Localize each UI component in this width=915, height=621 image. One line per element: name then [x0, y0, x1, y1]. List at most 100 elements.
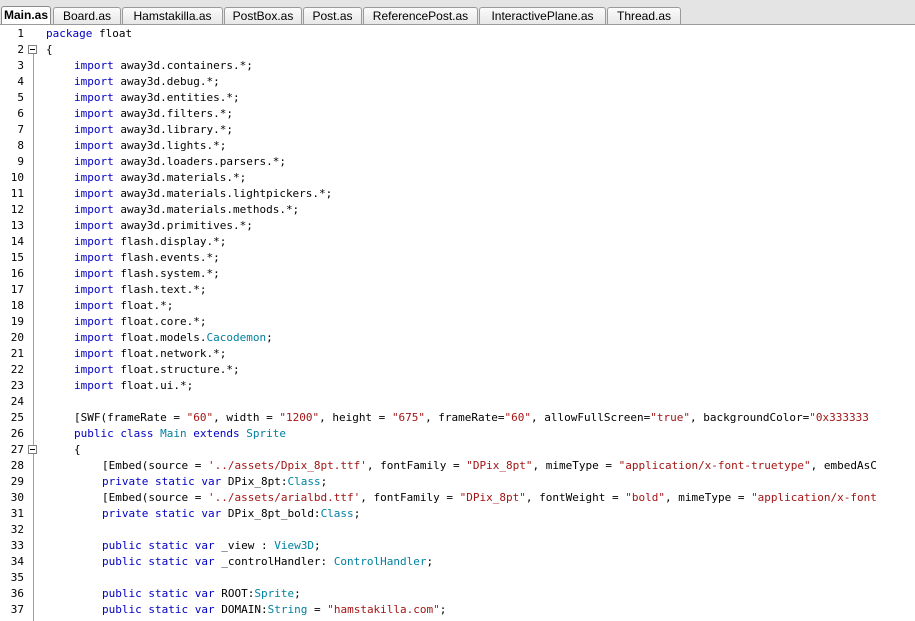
code-token: , backgroundColor= [690, 411, 810, 424]
code-token: away3d.primitives.*; [120, 219, 253, 232]
keyword-token: import [74, 251, 114, 264]
code-token: float.structure.*; [120, 363, 240, 376]
code-line: import flash.events.*; [74, 250, 220, 266]
fold-guide-line [33, 54, 34, 621]
line-number: 2 [17, 43, 24, 56]
code-line: import away3d.entities.*; [74, 90, 240, 106]
code-token: ; [353, 507, 361, 520]
code-token: away3d.filters.*; [120, 107, 233, 120]
keyword-token: import [74, 59, 114, 72]
line-number: 14 [10, 235, 24, 248]
line-number: 3 [17, 59, 24, 72]
string-token: "true" [650, 411, 691, 424]
code-token: , frameRate= [425, 411, 505, 424]
line-number: 6 [17, 107, 24, 120]
tab-board-as[interactable]: Board.as [53, 7, 121, 24]
keyword-token: import [74, 379, 114, 392]
code-token: ; [320, 475, 328, 488]
code-line: import flash.text.*; [74, 282, 206, 298]
code-line: import away3d.lights.*; [74, 138, 226, 154]
line-number: 29 [10, 475, 24, 488]
string-token: "application/x-font [751, 491, 877, 504]
code-token: away3d.containers.*; [120, 59, 253, 72]
code-token: away3d.entities.*; [120, 91, 240, 104]
code-token: ; [313, 539, 321, 552]
code-line: [Embed(source = '../assets/arialbd.ttf',… [102, 490, 877, 506]
line-number: 4 [17, 75, 24, 88]
line-number: 11 [10, 187, 24, 200]
code-line: import away3d.primitives.*; [74, 218, 253, 234]
line-number: 36 [10, 587, 24, 600]
code-line: [SWF(frameRate = "60", width = "1200", h… [74, 410, 869, 426]
code-token: _view : [221, 539, 275, 552]
fold-collapse-icon[interactable] [28, 45, 37, 54]
code-token: DPix_8pt_bold: [227, 507, 321, 520]
code-line: [Embed(source = '../assets/Dpix_8pt.ttf'… [102, 458, 877, 474]
line-number: 21 [10, 347, 24, 360]
line-number-gutter: 1 2 3 4 5 6 7 8 9 10 11 12 13 14 15 16 17 18 19 20 21 22 23 24 2… [0, 26, 42, 621]
code-line: import float.models.Cacodemon; [74, 330, 273, 346]
code-line: public static var DOMAIN:String = "hamst… [102, 602, 446, 618]
code-token: float [98, 27, 133, 40]
string-token: "hamstakilla.com" [327, 603, 440, 616]
tab-referencepost-as[interactable]: ReferencePost.as [363, 7, 478, 24]
line-number: 18 [10, 299, 24, 312]
line-number: 7 [17, 123, 24, 136]
code-line: import float.network.*; [74, 346, 226, 362]
line-number: 28 [10, 459, 24, 472]
string-token: "DPix_8pt" [466, 459, 533, 472]
line-number: 20 [10, 331, 24, 344]
code-token: , allowFullScreen= [531, 411, 651, 424]
code-token: { [46, 43, 53, 56]
string-token: "675" [391, 411, 426, 424]
line-number: 32 [10, 523, 24, 536]
type-token: Class [287, 475, 321, 488]
type-token: String [267, 603, 308, 616]
fold-collapse-icon[interactable] [28, 445, 37, 454]
keyword-token: public static var [102, 587, 215, 600]
code-line: { [46, 42, 53, 58]
code-token: flash.display.*; [120, 235, 227, 248]
keyword-token: import [74, 347, 114, 360]
code-token: _controlHandler: [221, 555, 334, 568]
keyword-token: import [74, 75, 114, 88]
code-line: public static var _view : View3D; [102, 538, 321, 554]
tab-postbox-as[interactable]: PostBox.as [224, 7, 302, 24]
code-token: [Embed(source = [102, 491, 208, 504]
keyword-token: public static var [102, 603, 215, 616]
tab-hamstakilla-as[interactable]: Hamstakilla.as [122, 7, 223, 24]
code-token: flash.text.*; [120, 283, 207, 296]
line-number: 1 [17, 27, 24, 40]
code-token: ; [266, 331, 273, 344]
code-token: flash.events.*; [120, 251, 220, 264]
tab-thread-as[interactable]: Thread.as [607, 7, 681, 24]
code-token: [Embed(source = [102, 459, 208, 472]
line-number: 16 [10, 267, 24, 280]
line-number: 27 [10, 443, 24, 456]
line-number: 33 [10, 539, 24, 552]
keyword-token: import [74, 91, 114, 104]
code-token: , fontWeight = [525, 491, 626, 504]
string-token: "application/x-font-truetype" [618, 459, 811, 472]
code-token: float.models. [120, 331, 207, 344]
line-number: 35 [10, 571, 24, 584]
code-line: import flash.system.*; [74, 266, 220, 282]
code-token: [SWF(frameRate = [74, 411, 187, 424]
line-number: 26 [10, 427, 24, 440]
code-token: , mimeType = [532, 459, 619, 472]
code-line: import float.structure.*; [74, 362, 240, 378]
code-line: import away3d.materials.*; [74, 170, 246, 186]
code-line: import flash.display.*; [74, 234, 226, 250]
keyword-token: import [74, 203, 114, 216]
line-number: 31 [10, 507, 24, 520]
tab-interactiveplane-as[interactable]: InteractivePlane.as [479, 7, 606, 24]
code-line: import away3d.debug.*; [74, 74, 220, 90]
tab-main-as[interactable]: Main.as [1, 6, 51, 24]
code-token: ; [439, 603, 447, 616]
code-editor[interactable]: package float{import away3d.containers.*… [46, 26, 915, 621]
keyword-token: import [74, 315, 114, 328]
string-token: "60" [186, 411, 214, 424]
string-token: "DPix_8pt" [459, 491, 526, 504]
editor-tab-bar: Main.as Board.as Hamstakilla.as PostBox.… [0, 0, 915, 25]
tab-post-as[interactable]: Post.as [303, 7, 362, 24]
